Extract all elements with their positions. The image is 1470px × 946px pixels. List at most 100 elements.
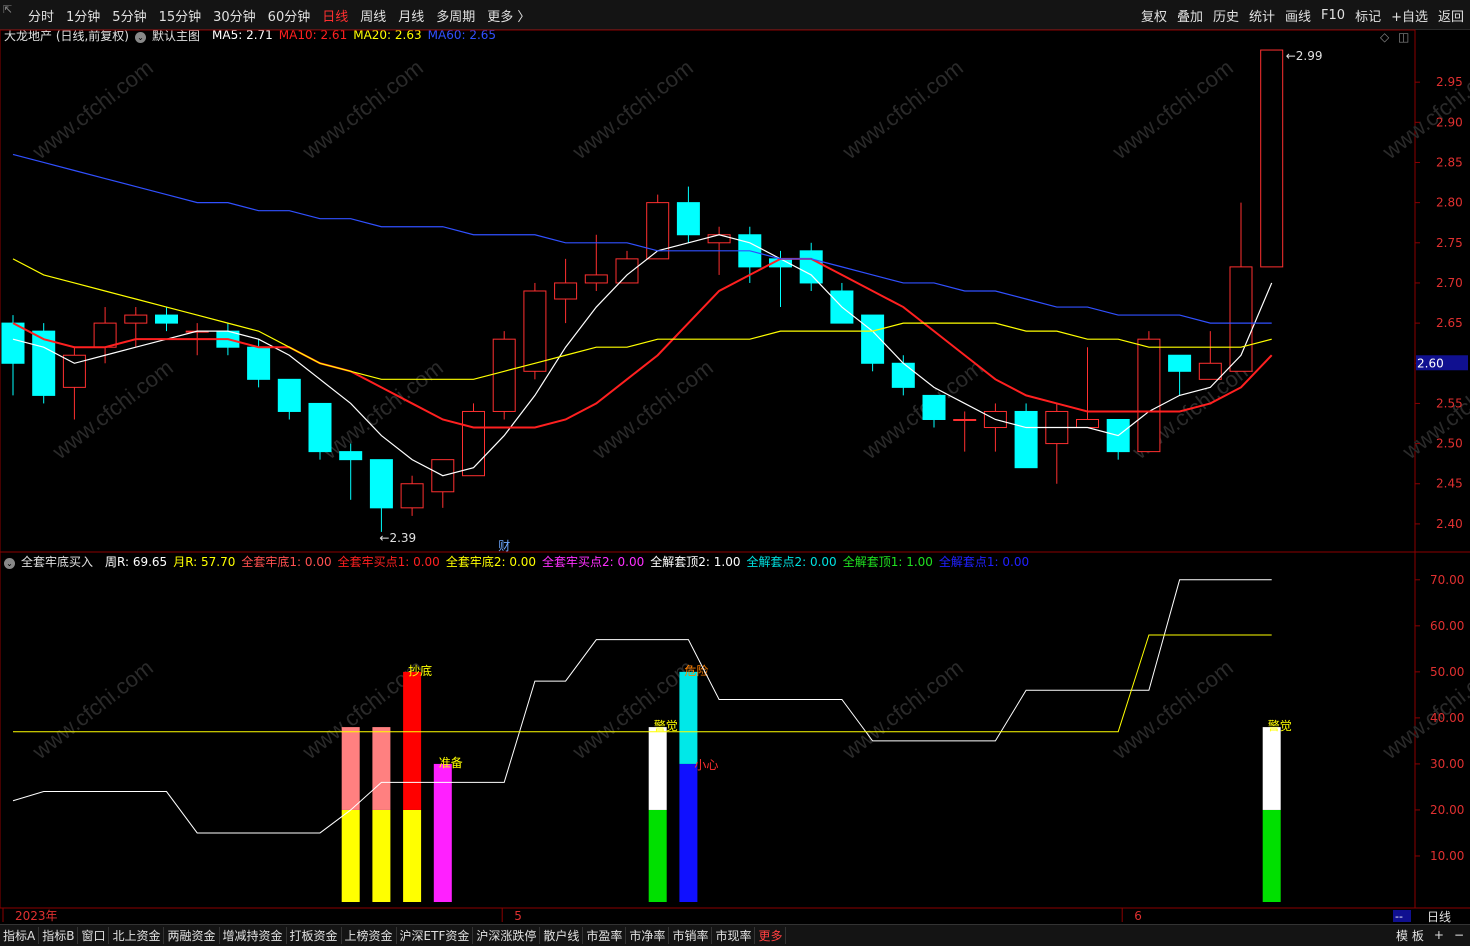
price-axis-label: 2.80 (1436, 196, 1463, 210)
bottom-tab-9[interactable]: 沪深涨跌停 (473, 927, 541, 944)
bottom-tab-13[interactable]: 市销率 (669, 927, 713, 944)
candle (308, 402, 332, 453)
candle (400, 483, 424, 509)
price-axis-label: 2.40 (1436, 517, 1463, 531)
price-axis-label: 2.95 (1436, 75, 1463, 89)
bottom-tab-3[interactable]: 北上资金 (109, 927, 165, 944)
price-axis-label: 2.55 (1436, 396, 1463, 410)
bottom-tab-12[interactable]: 市净率 (626, 927, 670, 944)
date-label: 5 (514, 909, 522, 923)
candle (247, 346, 271, 380)
ma-line-ma5 (12, 234, 1273, 477)
date-label: 2023年 (15, 909, 58, 923)
bottom-tab-10[interactable]: 散户线 (540, 927, 584, 944)
candle (339, 451, 363, 461)
ma-line-ma20 (12, 258, 1272, 380)
indicator-axis-label: 20.00 (1430, 803, 1464, 817)
candle (1168, 354, 1192, 372)
bottom-tabs: 指标A 指标B 窗口 北上资金 两融资金 增减持资金 打板资金 上榜资金 沪深ETF资金 沪深涨跌… (0, 924, 1470, 946)
price-axis-label: 2.75 (1436, 236, 1463, 250)
panel-toggle-icon[interactable]: ◫ (1398, 30, 1409, 44)
bottom-right-controls: 模 板 + − (1386, 924, 1464, 946)
signal-bar (341, 809, 360, 902)
candle (492, 338, 516, 412)
indicator-axis-label: 10.00 (1430, 849, 1464, 863)
indicator-axis-label: 40.00 (1430, 711, 1464, 725)
bottom-tab-1[interactable]: 指标B (39, 927, 79, 944)
watermark-text: www.cfchi.com (27, 655, 158, 765)
watermark-text: www.cfchi.com (837, 655, 968, 765)
candle (62, 354, 86, 388)
watermark-text: www.cfchi.com (317, 355, 448, 465)
candle (554, 282, 578, 300)
indicator-axis-label: 60.00 (1430, 619, 1464, 633)
period-label[interactable]: 日线 (1427, 910, 1451, 924)
bottom-tab-0[interactable]: 指标A (0, 927, 40, 944)
signal-bar (1262, 809, 1281, 902)
watermark-text: www.cfchi.com (567, 655, 698, 765)
candle (155, 314, 178, 324)
price-axis-label: 2.50 (1436, 437, 1463, 451)
bottom-tab-4[interactable]: 两融资金 (164, 927, 220, 944)
watermark-text: www.cfchi.com (587, 355, 718, 465)
signal-label: 抄底 (408, 663, 432, 678)
candle (93, 322, 117, 348)
candle (584, 274, 608, 284)
candle (953, 418, 977, 421)
bottom-tab-14[interactable]: 市现率 (712, 927, 756, 944)
bottom-control-1[interactable]: + (1434, 928, 1444, 942)
price-axis-label: 2.65 (1436, 316, 1463, 330)
bottom-tab-8[interactable]: 沪深ETF资金 (397, 927, 474, 944)
bottom-tab-2[interactable]: 窗口 (78, 927, 110, 944)
signal-bar (403, 671, 422, 810)
high-price-label: ←2.99 (1286, 49, 1323, 63)
signal-bar (1262, 727, 1281, 810)
finance-marker[interactable]: 财 (498, 539, 510, 553)
watermark-text: www.cfchi.com (567, 55, 698, 165)
bottom-tab-5[interactable]: 增减持资金 (220, 927, 287, 944)
bottom-control-0[interactable]: 模 板 (1396, 927, 1424, 944)
price-axis-label: 2.85 (1436, 155, 1463, 169)
signal-bar (648, 727, 667, 810)
candle (891, 362, 915, 388)
low-price-label: ←2.39 (379, 531, 416, 545)
signal-bar (372, 809, 391, 902)
bottom-control-2[interactable]: − (1454, 928, 1464, 942)
bottom-tab-6[interactable]: 打板资金 (287, 927, 342, 944)
kline-chart[interactable]: www.cfchi.com www.cfchi.com www.cfchi.com w… (0, 0, 1470, 924)
signal-bar (403, 809, 422, 902)
indicator-axis-label: 30.00 (1430, 757, 1464, 771)
signal-bar (648, 809, 667, 902)
bottom-tab-11[interactable]: 市盈率 (583, 927, 627, 944)
candle (523, 290, 547, 372)
candle (1, 322, 25, 364)
ma-line-ma60 (12, 153, 1272, 324)
scroll-label: -- (1395, 910, 1403, 923)
bottom-tab-7[interactable]: 上榜资金 (342, 927, 397, 944)
watermark-text: www.cfchi.com (297, 55, 428, 165)
watermark-text: www.cfchi.com (1107, 655, 1238, 765)
bottom-tab-15[interactable]: 更多 (755, 927, 787, 944)
candle (922, 394, 946, 420)
signal-label: 小心 (694, 758, 718, 772)
diamond-icon[interactable]: ◇ (1380, 30, 1390, 44)
candle (615, 258, 639, 284)
price-panel-frame (0, 29, 1416, 553)
signal-label: 警觉 (654, 718, 678, 733)
signal-bar (433, 763, 452, 902)
candle (799, 250, 823, 284)
signal-label: 警觉 (1268, 718, 1292, 733)
signal-bar (679, 763, 698, 902)
watermark-text: www.cfchi.com (857, 355, 988, 465)
price-axis-label: 2.70 (1436, 276, 1463, 290)
candle (1137, 338, 1161, 453)
signal-bar (679, 671, 698, 764)
price-axis-label: 2.45 (1436, 477, 1463, 491)
candle (277, 378, 301, 412)
signal-label: 准备 (439, 756, 463, 770)
signal-bar (341, 727, 360, 810)
candle (462, 410, 485, 477)
price-axis-label: 2.90 (1436, 115, 1463, 129)
candle (369, 459, 393, 509)
candle (676, 202, 700, 236)
